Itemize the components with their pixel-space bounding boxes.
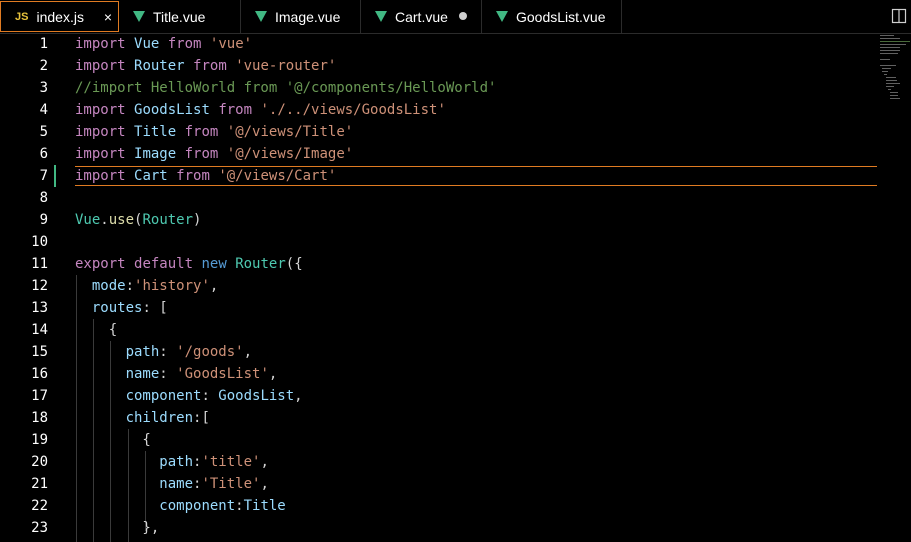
code-text[interactable]: import Vue from 'vue' <box>75 33 252 55</box>
code-line[interactable]: 22 component:Title <box>0 495 880 517</box>
code-text[interactable]: import Title from '@/views/Title' <box>75 121 353 143</box>
code-line[interactable]: 11 export default new Router({ <box>0 253 880 275</box>
line-number: 13 <box>31 300 48 316</box>
code-line[interactable]: 14 { <box>0 319 880 341</box>
tab-image-vue[interactable]: Image.vue <box>241 0 361 33</box>
line-number: 22 <box>31 498 48 514</box>
code-line[interactable]: 5 import Title from '@/views/Title' <box>0 121 880 143</box>
tab-goodslist-vue[interactable]: GoodsList.vue <box>482 0 622 33</box>
code-text[interactable]: children:[ <box>75 407 210 429</box>
code-text[interactable]: mode:'history', <box>75 275 218 297</box>
code-text[interactable]: import Router from 'vue-router' <box>75 55 336 77</box>
line-number: 4 <box>39 102 48 118</box>
line-number: 17 <box>31 388 48 404</box>
code-line[interactable]: 2 import Router from 'vue-router' <box>0 55 880 77</box>
line-number: 8 <box>39 190 48 206</box>
code-text[interactable]: path: '/goods', <box>75 341 252 363</box>
line-number: 11 <box>31 256 48 272</box>
split-editor-icon[interactable] <box>891 8 907 24</box>
code-line[interactable]: 4 import GoodsList from './../views/Goods… <box>0 99 880 121</box>
code-line[interactable]: 15 path: '/goods', <box>0 341 880 363</box>
tab-index-js[interactable]: JS index.js × <box>0 1 119 32</box>
tab-label: Image.vue <box>275 8 341 25</box>
line-number: 12 <box>31 278 48 294</box>
line-number: 18 <box>31 410 48 426</box>
code-line[interactable]: 6 import Image from '@/views/Image' <box>0 143 880 165</box>
code-text[interactable]: { <box>75 429 150 451</box>
line-number: 16 <box>31 366 48 382</box>
code-text[interactable]: name: 'GoodsList', <box>75 363 278 385</box>
line-number: 20 <box>31 454 48 470</box>
code-text[interactable]: import Image from '@/views/Image' <box>75 143 353 165</box>
tab-title-vue[interactable]: Title.vue <box>119 0 241 33</box>
line-number: 5 <box>39 124 48 140</box>
code-line[interactable]: 8 <box>0 187 880 209</box>
code-line[interactable]: 9 Vue.use(Router) <box>0 209 880 231</box>
tab-bar: JS index.js × Title.vue Image.vue Cart.v… <box>0 0 911 34</box>
tab-cart-vue[interactable]: Cart.vue <box>361 0 482 33</box>
vue-icon <box>133 11 145 22</box>
code-text[interactable]: }, <box>75 517 159 539</box>
line-number: 10 <box>31 234 48 250</box>
line-number: 6 <box>39 146 48 162</box>
code-editor[interactable]: 1 import Vue from 'vue' 2 import Router fro… <box>0 33 911 542</box>
line-number: 7 <box>39 168 48 184</box>
vue-icon <box>375 11 387 22</box>
code-text[interactable]: routes: [ <box>75 297 168 319</box>
code-text[interactable]: import Cart from '@/views/Cart' <box>75 165 336 187</box>
line-number: 15 <box>31 344 48 360</box>
modified-dot-icon[interactable] <box>459 12 467 20</box>
line-number: 1 <box>39 36 48 52</box>
code-text[interactable]: //import HelloWorld from '@/components/H… <box>75 77 496 99</box>
line-number: 19 <box>31 432 48 448</box>
minimap[interactable] <box>878 33 911 113</box>
code-text[interactable]: export default new Router({ <box>75 253 303 275</box>
code-line[interactable]: 16 name: 'GoodsList', <box>0 363 880 385</box>
code-line[interactable]: 3 //import HelloWorld from '@/components/… <box>0 77 880 99</box>
code-text[interactable]: import GoodsList from './../views/GoodsL… <box>75 99 446 121</box>
code-line[interactable]: 20 path:'title', <box>0 451 880 473</box>
code-line[interactable]: 19 { <box>0 429 880 451</box>
code-line[interactable]: 7 import Cart from '@/views/Cart' <box>0 165 880 187</box>
line-number: 23 <box>31 520 48 536</box>
vue-icon <box>496 11 508 22</box>
code-line[interactable]: 23 }, <box>0 517 880 539</box>
vue-icon <box>255 11 267 22</box>
code-line[interactable]: 17 component: GoodsList, <box>0 385 880 407</box>
code-line[interactable]: 13 routes: [ <box>0 297 880 319</box>
code-text[interactable]: name:'Title', <box>75 473 269 495</box>
code-line[interactable]: 10 <box>0 231 880 253</box>
js-icon: JS <box>15 10 29 23</box>
tab-label: index.js <box>36 8 84 25</box>
code-text[interactable]: Vue.use(Router) <box>75 209 201 231</box>
line-number: 21 <box>31 476 48 492</box>
code-line[interactable]: 21 name:'Title', <box>0 473 880 495</box>
code-text[interactable]: component:Title <box>75 495 285 517</box>
line-number: 9 <box>39 212 48 228</box>
code-text[interactable]: component: GoodsList, <box>75 385 303 407</box>
code-text[interactable]: path:'title', <box>75 451 269 473</box>
tab-label: Title.vue <box>153 8 206 25</box>
code-line[interactable]: 1 import Vue from 'vue' <box>0 33 880 55</box>
line-number: 14 <box>31 322 48 338</box>
line-number: 3 <box>39 80 48 96</box>
tab-label: Cart.vue <box>395 8 448 25</box>
line-number: 2 <box>39 58 48 74</box>
tab-label: GoodsList.vue <box>516 8 606 25</box>
code-line[interactable]: 12 mode:'history', <box>0 275 880 297</box>
close-icon[interactable]: × <box>104 9 112 25</box>
code-line[interactable]: 18 children:[ <box>0 407 880 429</box>
code-text[interactable]: { <box>75 319 117 341</box>
